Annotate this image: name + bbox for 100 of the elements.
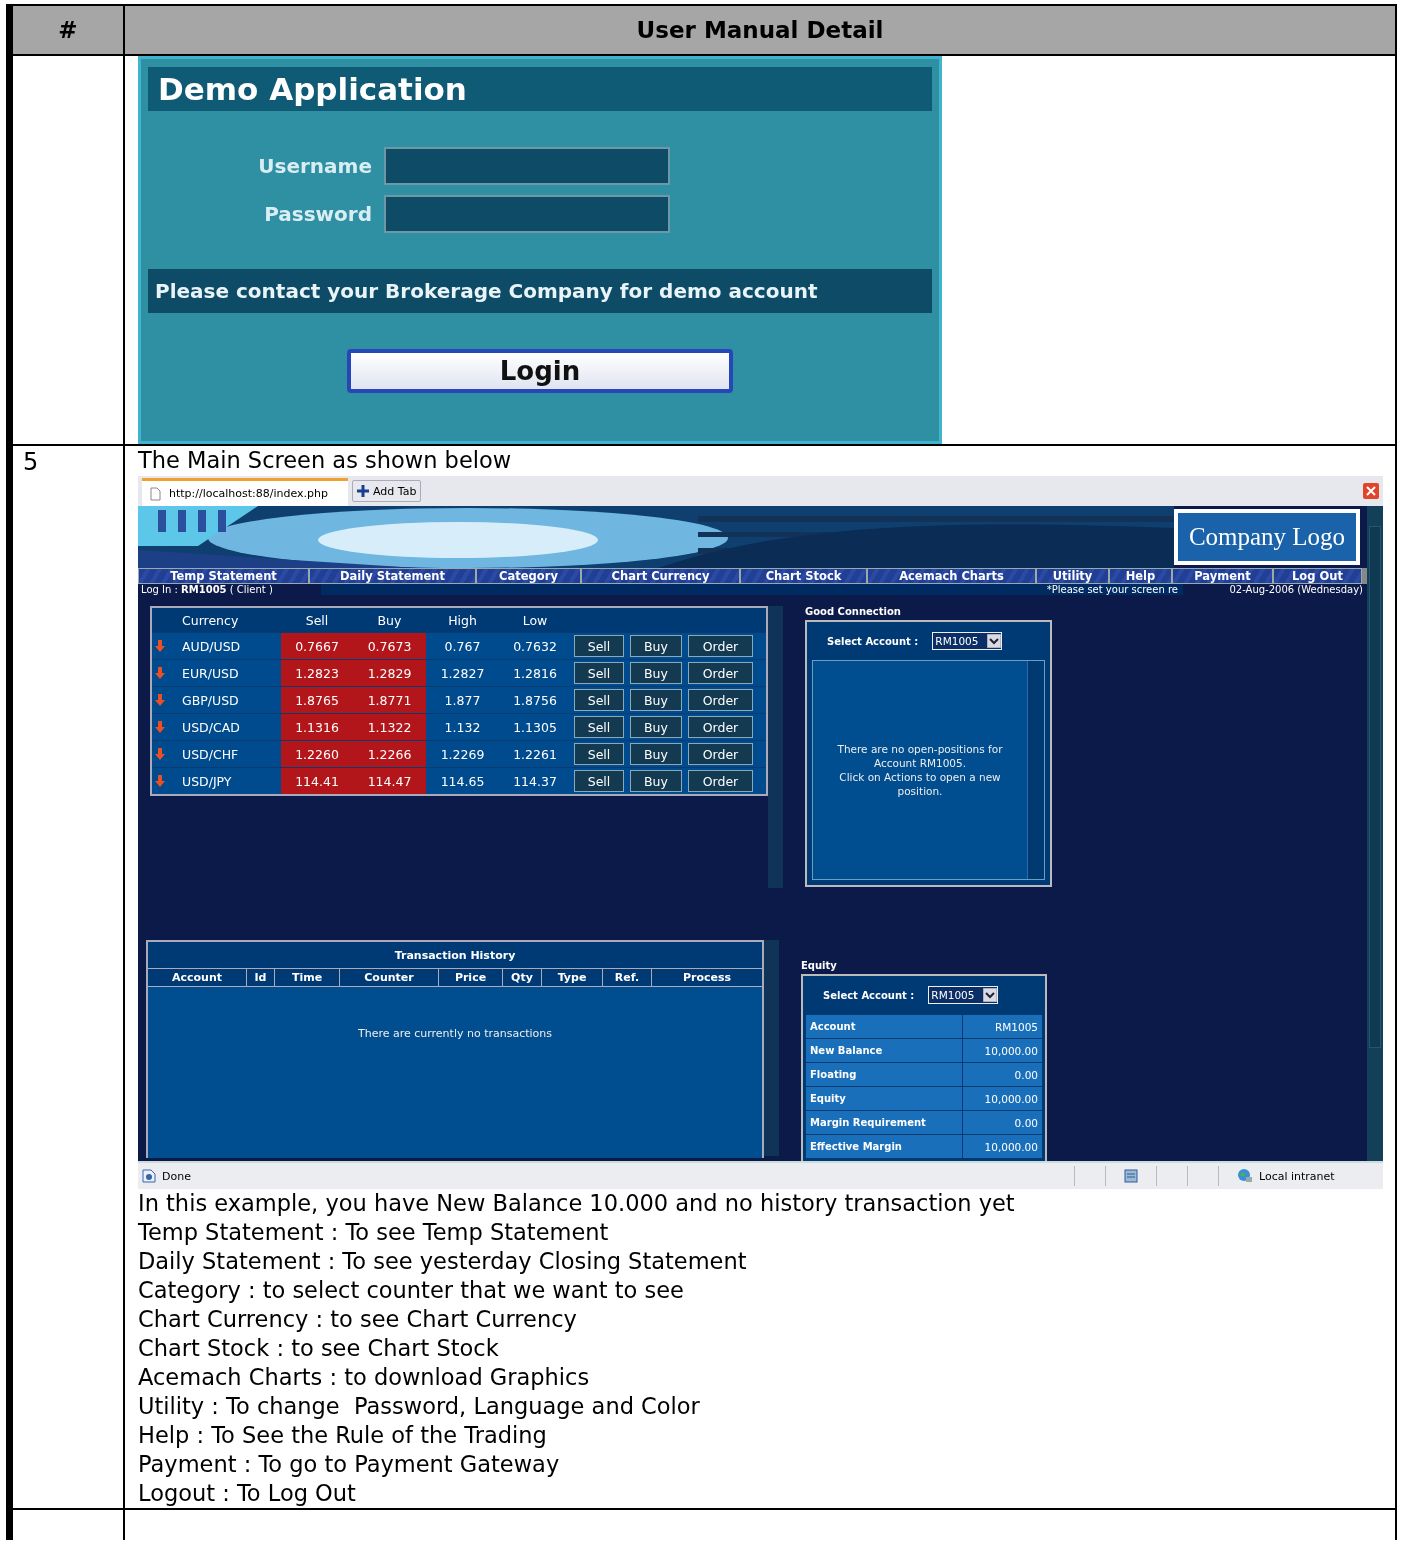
column-header: Ref. — [603, 969, 652, 986]
action-button[interactable]: Order — [688, 743, 753, 765]
table-cell-text: 1.8756 — [512, 691, 558, 710]
column-header: Sell — [304, 611, 330, 630]
table-cell: 114.47 — [353, 768, 426, 794]
empty-message: There are no open-positions for Account RM1005. — [836, 742, 1004, 770]
column-header: Counter — [340, 969, 439, 986]
column-header: # — [13, 6, 125, 54]
action-button[interactable]: Buy — [630, 770, 682, 792]
step-number: 5 — [23, 448, 39, 476]
table-cell-text: RM1005 — [993, 1019, 1039, 1035]
table-cell: 1.8765 — [281, 687, 353, 713]
close-icon[interactable] — [1363, 483, 1379, 499]
table-cell: 1.1316 — [281, 714, 353, 740]
table-cell: 1.2260 — [281, 741, 353, 767]
table-cell: 1.8771 — [353, 687, 426, 713]
action-button[interactable]: Sell — [574, 662, 624, 684]
browser-tab[interactable]: http://localhost:88/index.php — [142, 478, 348, 506]
table-cell-text: 0.00 — [1013, 1067, 1039, 1083]
zone-text: Local intranet — [1259, 1169, 1336, 1183]
input-field[interactable] — [384, 195, 670, 233]
column-header: Id — [247, 969, 275, 986]
column-header: Type — [542, 969, 603, 986]
note-line: Chart Currency : to see Chart Currency — [138, 1305, 577, 1334]
table-cell-text: 1.1305 — [512, 718, 558, 737]
menu-tab[interactable]: Log Out — [1273, 568, 1362, 584]
input-field[interactable] — [384, 147, 670, 185]
notice-banner: Please contact your Brokerage Company for demo account — [148, 269, 932, 313]
action-button[interactable]: Buy — [630, 716, 682, 738]
login-button[interactable]: Login — [347, 349, 733, 393]
page-icon — [142, 1169, 156, 1183]
action-button[interactable]: Buy — [630, 662, 682, 684]
table-cell-text: 10,000.00 — [983, 1139, 1039, 1155]
table-cell-text: 10,000.00 — [983, 1091, 1039, 1107]
column-header: Process — [681, 970, 733, 986]
scrollbar[interactable] — [1367, 506, 1383, 1161]
empty-message: There are currently no transactions — [356, 1027, 554, 1040]
account-dropdown[interactable]: RM1005 — [928, 986, 999, 1004]
field-label: Select Account : — [827, 635, 919, 647]
screen-notice: *Please set your screen re — [1046, 584, 1179, 595]
action-button[interactable]: Buy — [630, 635, 682, 657]
table-cell-text: 1.2261 — [512, 745, 558, 764]
column-header: Currency — [181, 611, 240, 630]
action-button[interactable]: Sell — [574, 635, 624, 657]
menu-tab[interactable]: Daily Statement — [309, 568, 476, 584]
field-label: Username — [257, 153, 372, 180]
app-title: Demo Application — [148, 67, 932, 111]
table-cell-text: 1.877 — [443, 691, 482, 710]
action-button[interactable]: Sell — [574, 743, 624, 765]
table-cell-text: 10,000.00 — [983, 1043, 1039, 1059]
table-cell: 1.2266 — [353, 741, 426, 767]
table-cell-text: 0.00 — [1013, 1115, 1039, 1131]
menu-tab[interactable]: Chart Currency — [581, 568, 740, 584]
table-cell-text: USD/JPY — [181, 772, 233, 791]
page-icon — [150, 486, 161, 501]
menu-tab[interactable]: Utility — [1036, 568, 1109, 584]
action-button[interactable]: Order — [688, 770, 753, 792]
company-logo: Company Logo — [1174, 509, 1360, 565]
action-button[interactable]: Order — [688, 635, 753, 657]
menu-tab[interactable]: Category — [476, 568, 581, 584]
action-button[interactable]: Buy — [630, 689, 682, 711]
scrollbar[interactable] — [768, 606, 783, 888]
menu-tab[interactable]: Payment — [1172, 568, 1273, 584]
scrollbar[interactable] — [764, 940, 779, 1156]
menu-tab[interactable]: Acemach Charts — [867, 568, 1036, 584]
status-text: Done — [162, 1169, 191, 1183]
panel-title: Transaction History — [148, 942, 762, 968]
table-cell-text: 1.2827 — [439, 664, 486, 683]
action-button[interactable]: Order — [688, 662, 753, 684]
menu-tab[interactable]: Help — [1109, 568, 1172, 584]
menu-tab[interactable]: Temp Statement — [138, 568, 309, 584]
table-cell: Effective Margin — [806, 1135, 963, 1158]
table-cell-text: USD/CHF — [181, 745, 240, 764]
table-cell-text: 0.767 — [443, 637, 482, 656]
add-tab-button[interactable]: Add Tab — [352, 480, 422, 502]
table-cell: 1.2829 — [353, 660, 426, 686]
note-line: Temp Statement : To see Temp Statement — [138, 1218, 609, 1247]
column-header: Buy — [376, 611, 403, 630]
menu-tab[interactable]: Chart Stock — [740, 568, 867, 584]
table-cell-text: EUR/USD — [181, 664, 240, 683]
table-cell: 1.1322 — [353, 714, 426, 740]
table-cell-text: 1.2816 — [512, 664, 558, 683]
action-button[interactable]: Sell — [574, 770, 624, 792]
action-button[interactable]: Order — [688, 716, 753, 738]
action-button[interactable]: Buy — [630, 743, 682, 765]
column-header: Low — [521, 611, 549, 630]
action-button[interactable]: Sell — [574, 716, 624, 738]
field-label: Select Account : — [823, 989, 915, 1001]
column-header: Qty — [503, 969, 542, 986]
scrollbar[interactable] — [1027, 661, 1044, 879]
action-button[interactable]: Order — [688, 689, 753, 711]
note-line: Help : To See the Rule of the Trading — [138, 1421, 547, 1450]
note-line: Payment : To go to Payment Gateway — [138, 1450, 560, 1479]
table-cell: 1.2823 — [281, 660, 353, 686]
column-header: High — [447, 611, 478, 630]
account-dropdown[interactable]: RM1005 — [932, 632, 1003, 650]
panel-title: Good Connection — [805, 606, 902, 617]
column-header: Account — [148, 969, 247, 986]
action-button[interactable]: Sell — [574, 689, 624, 711]
column-header: Time — [275, 969, 340, 986]
